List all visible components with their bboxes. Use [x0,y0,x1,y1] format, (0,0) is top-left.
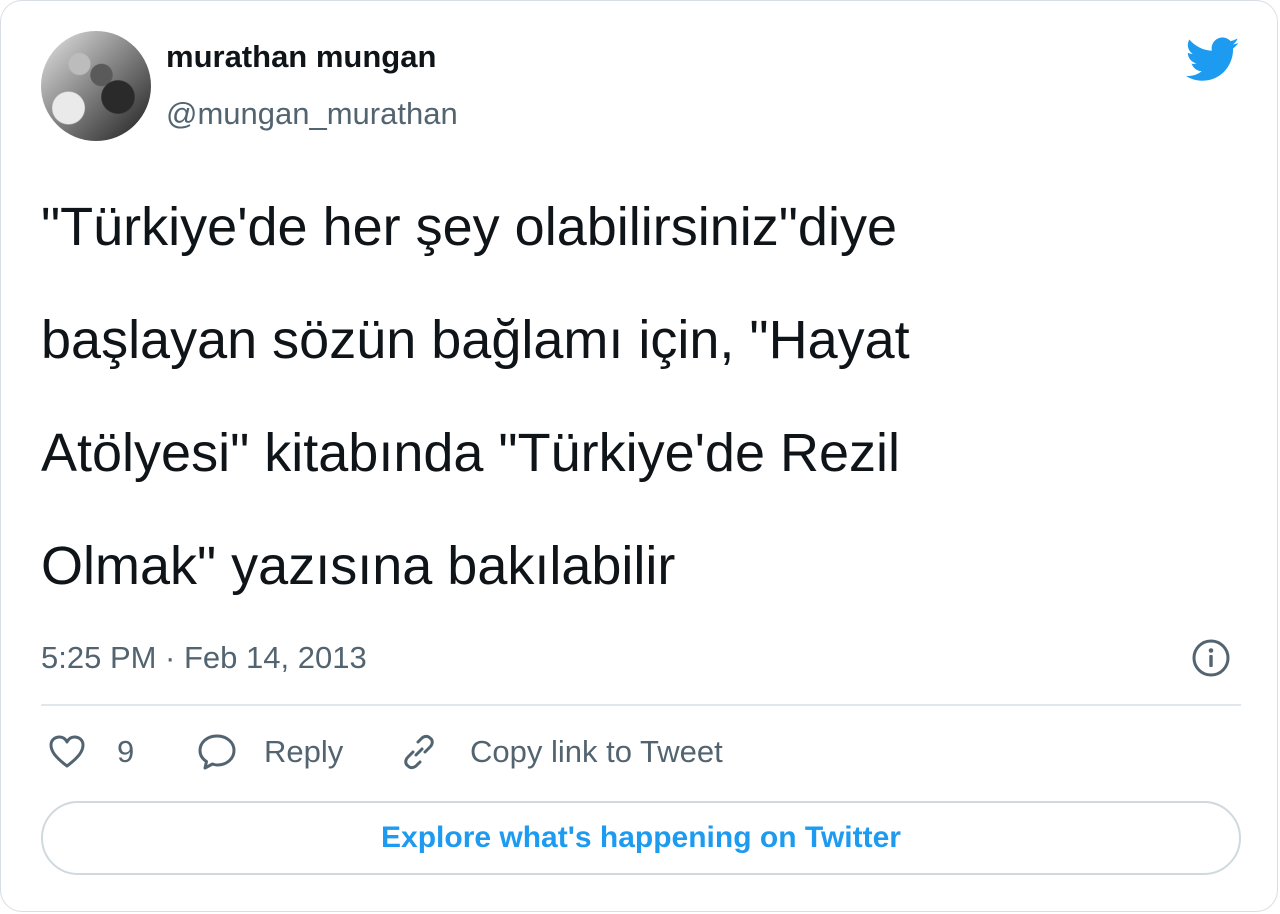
info-icon[interactable] [1191,638,1231,678]
reply-bubble-icon [198,734,236,770]
tweet-text-line: Atölyesi" kitabında "Türkiye'de Rezil [41,423,901,483]
tweet-text-line: Olmak" yazısına bakılabilir [41,536,676,596]
reply-button[interactable]: Reply [196,729,343,775]
tweet-card: murathan mungan @mungan_murathan "Türkiy… [0,0,1278,912]
explore-twitter-button[interactable]: Explore what's happening on Twitter [41,801,1241,875]
copy-link-label: Copy link to Tweet [470,734,723,769]
reply-label: Reply [264,734,344,769]
like-count: 9 [117,734,135,769]
author-handle[interactable]: @mungan_murathan [166,94,458,134]
avatar[interactable] [41,31,151,141]
copy-link-button[interactable]: Copy link to Tweet [398,729,723,775]
twitter-bird-icon[interactable] [1186,37,1240,83]
author-display-name[interactable]: murathan mungan [166,37,436,77]
tweet-text-line: "Türkiye'de her şey olabilirsiniz"diye [41,197,897,257]
link-icon [404,734,434,770]
tweet-timestamp[interactable]: 5:25 PM · Feb 14, 2013 [41,638,367,678]
like-button[interactable]: 9 [47,729,134,775]
tweet-text-line: başlayan sözün bağlamı için, "Hayat [41,310,910,370]
divider [41,704,1241,706]
heart-icon [49,735,85,768]
tweet-text: "Türkiye'de her şey olabilirsiniz"diye b… [41,171,1241,623]
